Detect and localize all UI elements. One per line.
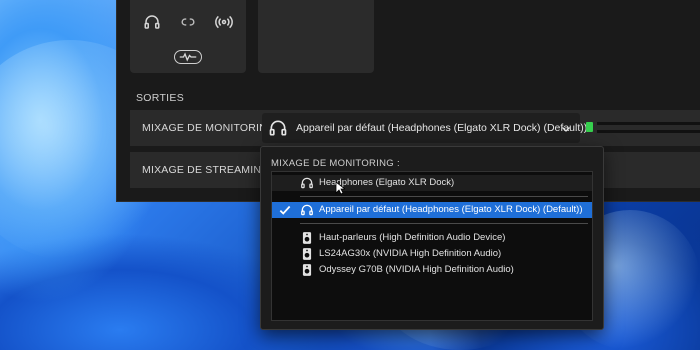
device-option-label: Haut-parleurs (High Definition Audio Dev… <box>319 232 506 243</box>
monitoring-mix-label: MIXAGE DE MONITORING <box>142 122 276 134</box>
device-option-selected[interactable]: Appareil par défaut (Headphones (Elgato … <box>272 202 592 218</box>
device-option-label: Odyssey G70B (NVIDIA High Definition Aud… <box>319 264 514 275</box>
level-meter-track <box>597 122 700 125</box>
divider <box>300 223 588 224</box>
device-option[interactable]: LS24AG30x (NVIDIA High Definition Audio) <box>272 246 592 262</box>
monitoring-device-dropdown: MIXAGE DE MONITORING : Headphones (Elgat… <box>260 146 604 330</box>
mouse-cursor-icon <box>335 181 347 195</box>
divider <box>300 196 588 197</box>
device-option[interactable]: Haut-parleurs (High Definition Audio Dev… <box>272 230 592 246</box>
device-tile[interactable] <box>130 0 246 73</box>
headphones-icon <box>300 203 314 217</box>
headphones-icon <box>300 176 314 190</box>
headphones-icon <box>268 118 288 138</box>
streaming-mix-label: MIXAGE DE STREAMING <box>142 164 270 176</box>
monitoring-device-select[interactable]: Appareil par défaut (Headphones (Elgato … <box>262 113 587 143</box>
device-option-label: LS24AG30x (NVIDIA High Definition Audio) <box>319 248 502 259</box>
device-list: Headphones (Elgato XLR Dock) Appareil pa… <box>271 171 593 321</box>
level-meter-track <box>597 130 700 133</box>
section-title: SORTIES <box>136 92 185 104</box>
link-icon[interactable] <box>178 12 198 32</box>
dropdown-title: MIXAGE DE MONITORING : <box>271 158 400 169</box>
empty-tile <box>258 0 374 73</box>
speaker-icon <box>300 247 314 261</box>
broadcast-icon[interactable] <box>214 12 234 32</box>
speaker-icon <box>300 263 314 277</box>
selected-device-text: Appareil par défaut (Headphones (Elgato … <box>296 122 588 134</box>
device-option-label: Appareil par défaut (Headphones (Elgato … <box>319 204 583 215</box>
monitoring-mix-row: MIXAGE DE MONITORING Appareil par défaut… <box>130 110 700 146</box>
device-option[interactable]: Odyssey G70B (NVIDIA High Definition Aud… <box>272 262 592 278</box>
headphones-icon[interactable] <box>142 12 162 32</box>
waveform-icon[interactable] <box>174 50 202 64</box>
chevron-down-icon <box>560 122 572 134</box>
device-option[interactable]: Headphones (Elgato XLR Dock) <box>272 175 592 191</box>
level-meter-indicator <box>586 122 593 132</box>
speaker-icon <box>300 231 314 245</box>
checkmark-icon <box>278 203 292 217</box>
